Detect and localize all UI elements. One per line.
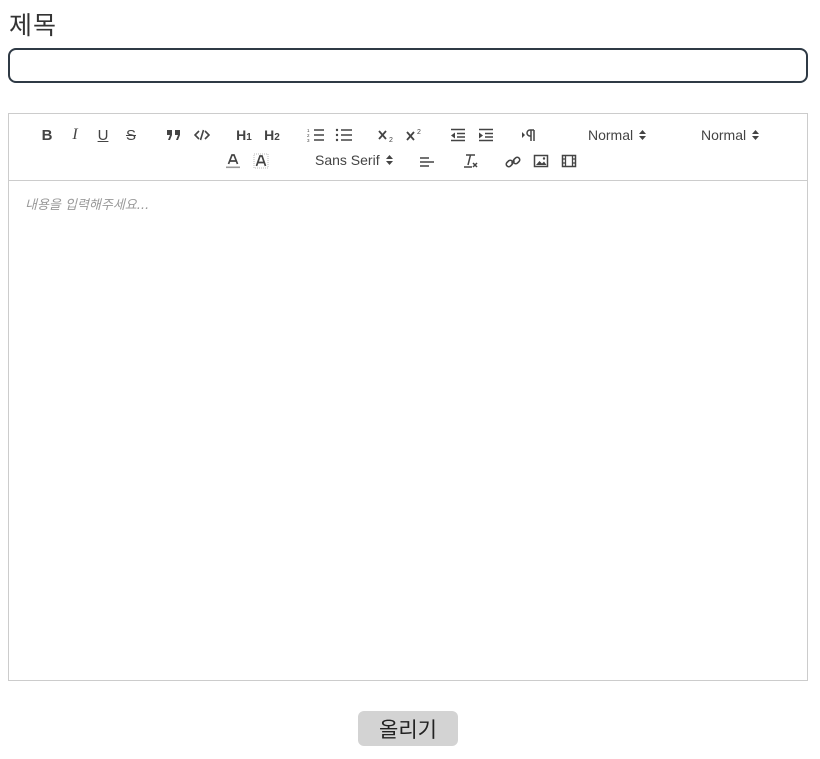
svg-text:2: 2 (417, 129, 421, 136)
clear-format-icon[interactable] (460, 151, 482, 171)
header2-label: H (264, 127, 275, 143)
subscript-icon[interactable]: 2 (376, 125, 398, 145)
size-picker-label: Normal (588, 127, 634, 143)
size-picker[interactable]: Normal (588, 125, 647, 145)
ordered-list-icon[interactable]: 123 (305, 125, 327, 145)
title-label: 제목 (9, 11, 58, 40)
align-left-icon[interactable] (416, 152, 438, 172)
strike-button[interactable]: S (120, 125, 142, 145)
chevron-updown-icon (639, 129, 647, 141)
header2-button[interactable]: H2 (261, 125, 283, 145)
editor-content-area[interactable]: 내용을 입력해주세요... (9, 181, 807, 680)
title-input[interactable] (8, 48, 808, 83)
submit-button[interactable]: 올리기 (358, 711, 458, 746)
underline-button[interactable]: U (92, 125, 114, 145)
background-color-icon[interactable] (250, 151, 272, 171)
header-picker[interactable]: Normal (701, 125, 760, 145)
header1-button[interactable]: H1 (233, 125, 255, 145)
header1-label: H (236, 127, 247, 143)
code-block-icon[interactable] (191, 125, 213, 145)
editor-toolbar: B I U S H1 H2 123 2 2 Normal Normal Sans… (9, 114, 807, 181)
bold-button[interactable]: B (36, 125, 58, 145)
rich-text-editor: B I U S H1 H2 123 2 2 Normal Normal Sans… (8, 113, 808, 681)
bullet-list-icon[interactable] (333, 125, 355, 145)
superscript-icon[interactable]: 2 (404, 125, 426, 145)
font-picker-label: Sans Serif (315, 152, 380, 168)
italic-button[interactable]: I (64, 125, 86, 145)
font-picker[interactable]: Sans Serif (315, 150, 393, 170)
chevron-updown-icon (385, 154, 393, 166)
svg-text:2: 2 (389, 137, 393, 142)
link-icon[interactable] (502, 152, 524, 172)
editor-placeholder: 내용을 입력해주세요... (25, 198, 150, 213)
svg-text:3: 3 (307, 138, 310, 142)
header-picker-label: Normal (701, 127, 747, 143)
text-direction-icon[interactable] (518, 125, 540, 145)
image-icon[interactable] (530, 151, 552, 171)
outdent-icon[interactable] (447, 125, 469, 145)
video-icon[interactable] (558, 151, 580, 171)
indent-icon[interactable] (475, 125, 497, 145)
chevron-updown-icon (752, 129, 760, 141)
header2-sub: 2 (274, 131, 280, 143)
blockquote-icon[interactable] (163, 125, 185, 145)
text-color-icon[interactable] (222, 151, 244, 171)
header1-sub: 1 (246, 131, 252, 143)
